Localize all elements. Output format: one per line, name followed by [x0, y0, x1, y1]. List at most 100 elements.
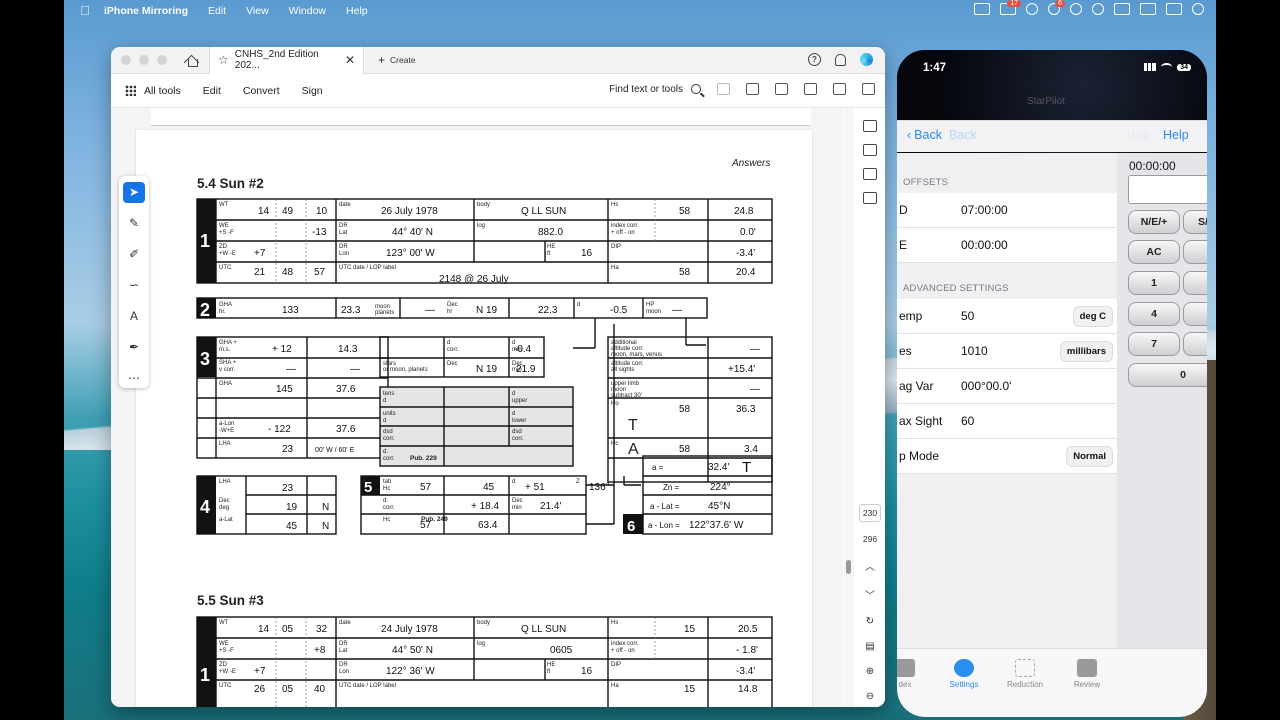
- zoom-window-button[interactable]: [157, 55, 167, 65]
- key-nemode[interactable]: N/E/+: [1128, 210, 1180, 234]
- f2-utc-m: 05: [282, 684, 294, 695]
- print-icon[interactable]: [775, 83, 788, 95]
- find-button[interactable]: Find text or tools: [609, 84, 701, 95]
- time-machine-icon[interactable]: [1092, 3, 1104, 15]
- row-value[interactable]: 00:00:00: [961, 238, 1008, 252]
- text-select-icon[interactable]: A: [123, 305, 145, 326]
- bookmark-icon[interactable]: [863, 144, 877, 156]
- pressure-unit-button[interactable]: millibars: [1059, 341, 1113, 362]
- page-up-icon[interactable]: ︿: [865, 558, 875, 573]
- share-icon[interactable]: [804, 83, 817, 95]
- document-area[interactable]: Answers 5.4 Sun #2 5.5 Sun #3 1 2 3 4 5 …: [111, 108, 843, 707]
- keyboard-icon[interactable]: [1140, 3, 1156, 15]
- minimize-window-button[interactable]: [139, 55, 149, 65]
- apple-icon[interactable]: : [78, 3, 92, 18]
- settings-row-mode[interactable]: p Mode Normal: [897, 439, 1117, 474]
- star-icon[interactable]: ☆: [218, 53, 229, 67]
- row-value[interactable]: 50: [961, 309, 974, 323]
- protect-icon[interactable]: [863, 192, 877, 204]
- email-icon[interactable]: [862, 83, 875, 95]
- battery-icon[interactable]: [1166, 3, 1182, 15]
- dropbox-icon[interactable]: 17: [1000, 0, 1021, 15]
- edit-button[interactable]: Edit: [203, 85, 221, 97]
- settings-row-zd[interactable]: D 07:00:00: [897, 193, 1117, 228]
- link-icon[interactable]: [833, 83, 846, 95]
- pen-tool-icon[interactable]: ✐: [123, 244, 145, 265]
- key-blank-1[interactable]: [1183, 240, 1207, 264]
- avatar[interactable]: [860, 53, 873, 66]
- back-button[interactable]: ‹ Back Back: [907, 128, 977, 142]
- comments-icon[interactable]: [863, 120, 877, 132]
- key-7[interactable]: 7: [1128, 332, 1180, 356]
- settings-row-we[interactable]: E 00:00:00: [897, 228, 1117, 263]
- sign-button[interactable]: Sign: [302, 85, 323, 97]
- draw-tool-icon[interactable]: ∽: [123, 275, 145, 296]
- all-tools-icon[interactable]: [125, 85, 136, 96]
- tab-review[interactable]: Review: [1057, 659, 1117, 689]
- key-5[interactable]: [1183, 302, 1207, 326]
- svg-text:Hs: Hs: [611, 620, 618, 626]
- page-down-icon[interactable]: ﹀: [865, 587, 875, 602]
- key-sw[interactable]: S/: [1183, 210, 1207, 234]
- help-button[interactable]: Help: [1163, 128, 1189, 142]
- rotate-icon[interactable]: ↻: [866, 616, 874, 627]
- menu-app-name[interactable]: iPhone Mirroring: [104, 5, 188, 17]
- more-tools-icon[interactable]: ⋯: [123, 367, 145, 388]
- screen-record-icon[interactable]: [974, 3, 990, 15]
- zoom-in-icon[interactable]: ⊕: [866, 666, 874, 677]
- save-icon[interactable]: [717, 83, 730, 95]
- current-page-input[interactable]: 230: [858, 504, 882, 522]
- row-value[interactable]: 1010: [961, 344, 988, 358]
- app-badge-icon[interactable]: 6: [1048, 0, 1065, 15]
- key-1[interactable]: 1: [1128, 271, 1180, 295]
- scroll-thumb[interactable]: [846, 560, 851, 574]
- fit-page-icon[interactable]: ▤: [865, 641, 874, 652]
- key-0[interactable]: 0: [1128, 363, 1207, 387]
- convert-button[interactable]: Convert: [243, 85, 280, 97]
- iphone-mirror[interactable]: 1:47 34 StarPilot ‹ Back Back Help Help OF…: [897, 50, 1207, 717]
- svg-text:UTC date / LOP label: UTC date / LOP label: [339, 265, 396, 271]
- help-icon[interactable]: ?: [808, 53, 821, 66]
- bluetooth-icon[interactable]: [1070, 3, 1082, 15]
- upload-icon[interactable]: [746, 83, 759, 95]
- mode-button[interactable]: Normal: [1066, 446, 1113, 467]
- volume-icon[interactable]: [1114, 3, 1130, 15]
- bell-icon[interactable]: [835, 53, 846, 66]
- close-window-button[interactable]: [121, 55, 131, 65]
- tab-settings[interactable]: Settings: [934, 659, 994, 689]
- key-4[interactable]: 4: [1128, 302, 1180, 326]
- create-tab-button[interactable]: + Create: [370, 51, 424, 69]
- all-tools-button[interactable]: All tools: [144, 85, 181, 97]
- close-tab-icon[interactable]: ✕: [345, 53, 355, 67]
- f1-utc-m: 48: [282, 267, 294, 278]
- menu-view[interactable]: View: [246, 5, 269, 17]
- home-icon[interactable]: [185, 54, 199, 67]
- row-value[interactable]: 60: [961, 414, 974, 428]
- calc-input[interactable]: [1128, 175, 1207, 204]
- settings-row-pressure[interactable]: es 1010 millibars: [897, 334, 1117, 369]
- sync-icon[interactable]: [1026, 3, 1038, 15]
- settings-row-magvar[interactable]: ag Var 000°00.0': [897, 369, 1117, 404]
- temp-unit-button[interactable]: deg C: [1072, 306, 1113, 327]
- settings-row-temp[interactable]: emp 50 deg C: [897, 299, 1117, 334]
- settings-row-maxsight[interactable]: ax Sight 60: [897, 404, 1117, 439]
- menu-edit[interactable]: Edit: [208, 5, 226, 17]
- key-8[interactable]: [1183, 332, 1207, 356]
- menu-help[interactable]: Help: [346, 5, 368, 17]
- key-2[interactable]: [1183, 271, 1207, 295]
- key-ac[interactable]: AC: [1128, 240, 1180, 264]
- row-value[interactable]: 07:00:00: [961, 203, 1008, 217]
- thumbnails-icon[interactable]: [863, 168, 877, 180]
- wifi-icon[interactable]: [1192, 3, 1204, 15]
- menu-window[interactable]: Window: [289, 5, 326, 17]
- tab-reduction[interactable]: Reduction: [995, 659, 1055, 689]
- table-icon: [1077, 659, 1097, 677]
- comment-tool-icon[interactable]: ✎: [123, 213, 145, 234]
- tab-index[interactable]: dex: [897, 659, 935, 689]
- select-tool-icon[interactable]: ➤: [123, 182, 145, 203]
- row-value[interactable]: 000°00.0': [961, 379, 1011, 393]
- scrollbar[interactable]: [844, 108, 854, 707]
- tab-document[interactable]: ☆ CNHS_2nd Edition 202... ✕: [209, 47, 364, 74]
- sign-tool-icon[interactable]: ✒: [123, 336, 145, 357]
- zoom-out-icon[interactable]: ⊖: [866, 691, 874, 702]
